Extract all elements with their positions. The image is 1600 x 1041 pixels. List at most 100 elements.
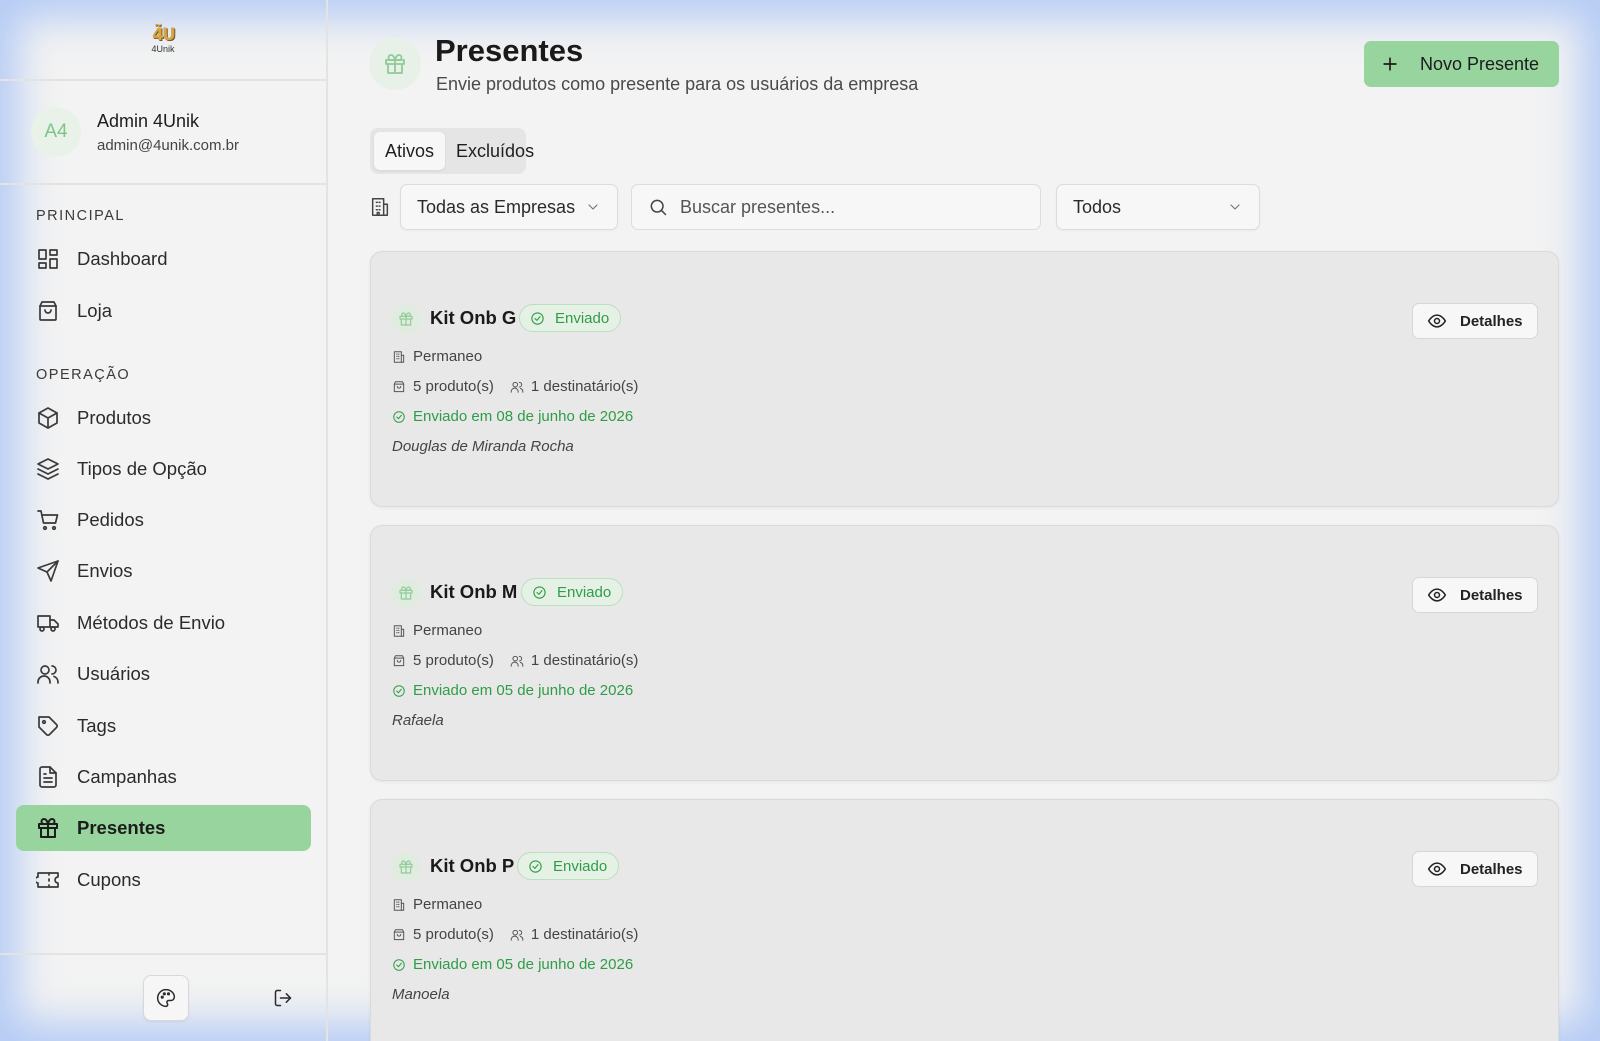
tab-excluidos[interactable]: Excluídos: [445, 132, 545, 170]
sidebar-item-campanhas[interactable]: Campanhas: [16, 754, 311, 800]
details-button[interactable]: Detalhes: [1412, 851, 1538, 887]
sent-date-row: Enviado em 05 de junho de 2026: [392, 682, 633, 699]
document-icon: [39, 766, 57, 788]
check-circle-icon: [393, 958, 405, 971]
new-gift-button[interactable]: Novo Presente: [1364, 41, 1559, 87]
sent-date: Enviado em 05 de junho de 2026: [413, 682, 634, 699]
company-name: Permaneo: [413, 348, 483, 365]
brand-logo[interactable]: 4̃U 4Unik: [143, 20, 183, 60]
main-content: Presentes Envie produtos como presente p…: [328, 0, 1600, 1041]
gift-card: Kit Onb G Enviado Permaneo 5 produto(s) …: [370, 251, 1559, 507]
recipient-count: 1 destinatário(s): [530, 926, 639, 943]
sidebar-item-envios[interactable]: Envios: [16, 548, 311, 594]
users-icon: [510, 655, 524, 667]
status-badge-label: Enviado: [555, 309, 610, 327]
company-name: Permaneo: [413, 896, 483, 913]
status-select-value: Todos: [1073, 196, 1122, 217]
status-badge-label: Enviado: [553, 857, 608, 875]
sidebar-item-label: Loja: [77, 300, 112, 321]
users-icon: [37, 665, 59, 684]
product-count: 5 produto(s): [413, 652, 494, 669]
gift-icon: [38, 818, 58, 838]
sidebar-item-label: Campanhas: [77, 766, 177, 787]
company-row: Permaneo: [392, 896, 482, 913]
gift-title: Kit Onb M: [430, 581, 518, 602]
check-circle-icon: [533, 585, 546, 599]
eye-icon: [1427, 588, 1447, 602]
new-gift-label: Novo Presente: [1420, 53, 1540, 74]
gift-title: Kit Onb G: [430, 307, 517, 328]
counts-row: 5 produto(s) 1 destinatário(s): [392, 652, 638, 669]
sidebar-item-usuarios[interactable]: Usuários: [16, 651, 311, 697]
gift-icon: [391, 852, 421, 882]
logo-area: 4̃U 4Unik: [0, 0, 326, 81]
dashboard-icon: [38, 249, 58, 269]
truck-icon: [37, 615, 59, 632]
status-badge: Enviado: [517, 852, 620, 880]
shopping-bag-icon: [393, 380, 405, 392]
sidebar-item-produtos[interactable]: Produtos: [16, 395, 311, 441]
status-badge: Enviado: [519, 304, 622, 332]
sidebar-item-presentes[interactable]: Presentes: [16, 805, 311, 851]
sender-name: Douglas de Miranda Rocha: [392, 438, 574, 455]
plus-icon: [1383, 57, 1397, 71]
sender-name: Manoela: [392, 986, 450, 1003]
sidebar-item-label: Produtos: [77, 407, 152, 428]
details-button[interactable]: Detalhes: [1412, 303, 1538, 339]
user-profile[interactable]: A4 Admin 4Unik admin@4unik.com.br: [0, 81, 326, 185]
sent-date: Enviado em 08 de junho de 2026: [413, 408, 634, 425]
recipient-count: 1 destinatário(s): [530, 378, 639, 395]
gift-card: Kit Onb M Enviado Permaneo 5 produto(s) …: [370, 525, 1559, 781]
details-label: Detalhes: [1460, 312, 1523, 330]
sidebar-item-metodos-de-envio[interactable]: Métodos de Envio: [16, 600, 311, 646]
status-badge: Enviado: [521, 578, 624, 606]
building-icon: [369, 196, 391, 218]
page-title: Presentes: [435, 33, 584, 68]
company-select-value: Todas as Empresas: [417, 196, 576, 217]
sender-name: Rafaela: [392, 712, 444, 729]
logout-button[interactable]: [260, 975, 306, 1021]
details-button[interactable]: Detalhes: [1412, 577, 1538, 613]
status-tabs: Ativos Excluídos: [370, 128, 534, 174]
logo-text: 4Unik: [151, 43, 175, 54]
sidebar-footer: [0, 953, 326, 1041]
app-window: 4̃U 4Unik A4 Admin 4Unik admin@4unik.com…: [0, 0, 1600, 1041]
search-field[interactable]: [631, 184, 1041, 230]
sent-date-row: Enviado em 05 de junho de 2026: [392, 956, 633, 973]
building-icon: [393, 624, 405, 637]
tab-ativos[interactable]: Ativos: [374, 132, 446, 170]
status-select[interactable]: Todos: [1056, 184, 1260, 230]
company-name: Permaneo: [413, 622, 483, 639]
sidebar-item-tags[interactable]: Tags: [16, 703, 311, 749]
status-badge-label: Enviado: [557, 583, 612, 601]
details-label: Detalhes: [1460, 860, 1523, 878]
sidebar-item-loja[interactable]: Loja: [16, 288, 311, 334]
product-count: 5 produto(s): [413, 926, 494, 943]
search-input[interactable]: [680, 196, 1020, 218]
check-circle-icon: [529, 859, 542, 873]
avatar: A4: [31, 107, 81, 157]
user-email: admin@4unik.com.br: [97, 136, 239, 154]
sidebar-item-dashboard[interactable]: Dashboard: [16, 236, 311, 282]
sidebar-item-label: Presentes: [77, 817, 166, 838]
sidebar-item-label: Tipos de Opção: [77, 458, 207, 479]
sidebar-item-cupons[interactable]: Cupons: [16, 857, 311, 903]
theme-toggle-button[interactable]: [143, 975, 189, 1021]
check-circle-icon: [393, 684, 405, 697]
nav-section-principal: PRINCIPAL: [36, 208, 125, 224]
details-label: Detalhes: [1460, 586, 1523, 604]
sent-date-row: Enviado em 08 de junho de 2026: [392, 408, 633, 425]
box-icon: [38, 407, 58, 429]
sidebar-item-pedidos[interactable]: Pedidos: [16, 497, 311, 543]
page-gift-icon: [369, 38, 421, 90]
chevron-down-icon: [588, 204, 598, 210]
building-icon: [393, 898, 405, 911]
company-select[interactable]: Todas as Empresas: [400, 184, 618, 230]
users-icon: [510, 381, 524, 393]
sidebar-item-tipos-de-opcao[interactable]: Tipos de Opção: [16, 446, 311, 492]
building-icon: [393, 350, 405, 363]
gift-icon: [391, 578, 421, 608]
counts-row: 5 produto(s) 1 destinatário(s): [392, 378, 638, 395]
sidebar-item-label: Tags: [77, 715, 117, 736]
send-icon: [37, 560, 59, 582]
